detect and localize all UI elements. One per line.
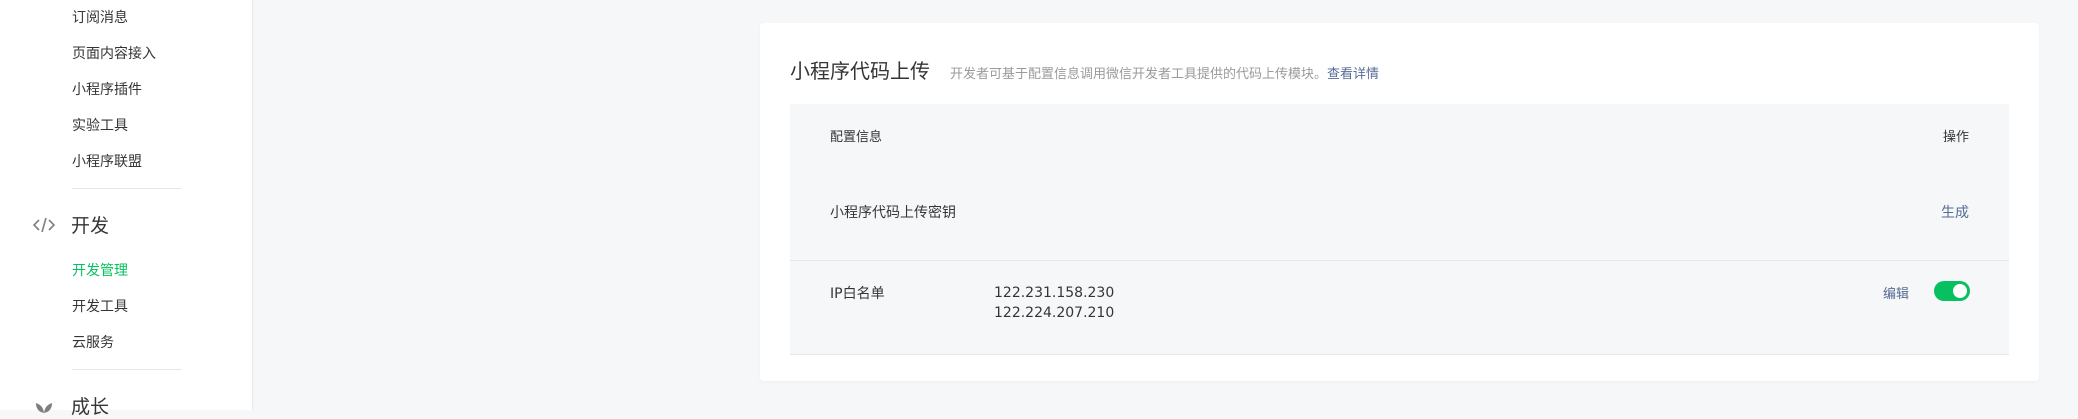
sidebar-item-page-content[interactable]: 页面内容接入 [72, 44, 156, 64]
ip-address: 122.224.207.210 [994, 305, 1115, 321]
upload-key-label: 小程序代码上传密钥 [830, 205, 956, 221]
table-row: 小程序代码上传密钥 生成 [790, 166, 2009, 261]
header-action: 操作 [1942, 130, 1969, 145]
ip-whitelist-toggle[interactable] [1934, 281, 1970, 301]
sidebar-item-plugins[interactable]: 小程序插件 [72, 80, 142, 100]
table-row: IP白名单 122.231.158.230 122.224.207.210 编辑 [790, 261, 2009, 355]
generate-key-link[interactable]: 生成 [1941, 202, 1969, 222]
view-details-link[interactable]: 查看详情 [1327, 63, 1379, 82]
sidebar-item-dev-management[interactable]: 开发管理 [72, 261, 128, 281]
edit-whitelist-link[interactable]: 编辑 [1883, 283, 1909, 302]
ip-list: 122.231.158.230 122.224.207.210 [994, 283, 1114, 323]
table-header: 配置信息 操作 [790, 104, 2009, 166]
sidebar-item-cloud-service[interactable]: 云服务 [72, 333, 114, 353]
sidebar-section-dev-title: 开发 [71, 215, 110, 237]
sidebar-section-growth-title: 成长 [71, 396, 110, 418]
sidebar-item-experiment-tools[interactable]: 实验工具 [72, 116, 128, 136]
code-icon [33, 214, 55, 236]
config-table: 配置信息 操作 小程序代码上传密钥 生成 IP白名单 122.231.158.2… [790, 104, 2009, 355]
card-header: 小程序代码上传 开发者可基于配置信息调用微信开发者工具提供的代码上传模块。 查看… [790, 55, 1379, 84]
toggle-knob [1953, 284, 1967, 298]
sidebar-item-subscribe-messages[interactable]: 订阅消息 [72, 8, 128, 28]
sidebar-section-dev[interactable]: 开发 [33, 211, 109, 238]
card-description: 开发者可基于配置信息调用微信开发者工具提供的代码上传模块。 [950, 67, 1328, 82]
sidebar-section-growth[interactable]: 成长 [33, 392, 109, 419]
ip-address: 122.231.158.230 [994, 285, 1115, 301]
sprout-icon [33, 395, 55, 417]
header-config-info: 配置信息 [830, 130, 883, 145]
sidebar: 订阅消息 页面内容接入 小程序插件 实验工具 小程序联盟 开发 开发管理 开发工… [0, 0, 253, 418]
sidebar-divider [72, 369, 182, 370]
code-upload-card: 小程序代码上传 开发者可基于配置信息调用微信开发者工具提供的代码上传模块。 查看… [760, 23, 2039, 381]
sidebar-item-alliance[interactable]: 小程序联盟 [72, 152, 142, 172]
sidebar-divider [72, 188, 182, 189]
ip-whitelist-label: IP白名单 [830, 286, 885, 302]
sidebar-item-dev-tools[interactable]: 开发工具 [72, 297, 128, 317]
card-title: 小程序代码上传 [790, 59, 930, 83]
